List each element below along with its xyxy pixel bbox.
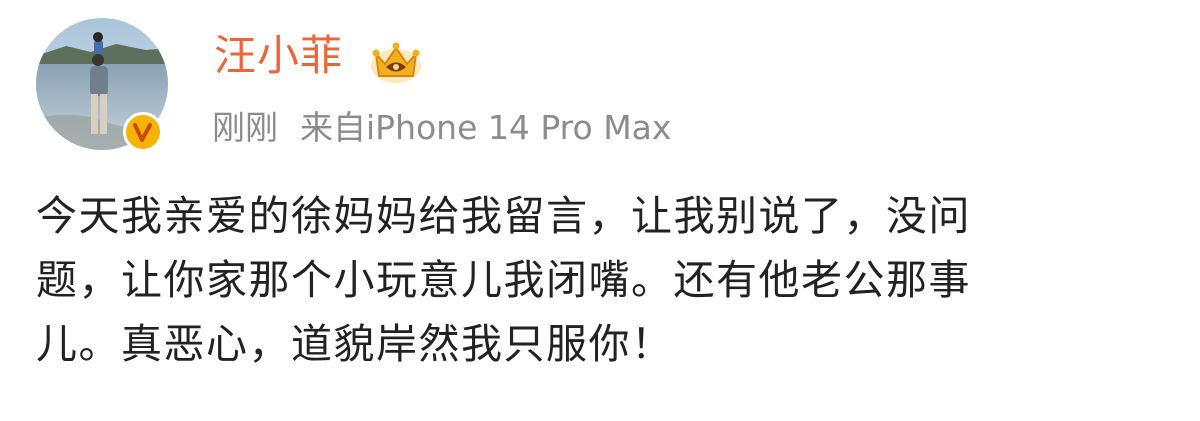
post-source: 来自iPhone 14 Pro Max: [300, 108, 672, 147]
post-timestamp[interactable]: 刚刚: [212, 108, 278, 147]
author-name[interactable]: 汪小菲: [214, 30, 343, 82]
weibo-post: 汪小菲 刚刚 来自iPhone 14 Pro Max 今天我亲爱的徐妈妈给我留言，…: [0, 0, 1200, 421]
verified-v-icon: [123, 112, 163, 152]
post-body: 今天我亲爱的徐妈妈给我留言，让我别说了，没问 题，让你家那个小玩意儿我闭嘴。还有…: [36, 184, 1176, 376]
post-text-line: 今天我亲爱的徐妈妈给我留言，让我别说了，没问: [36, 192, 971, 240]
post-text-line: 题，让你家那个小玩意儿我闭嘴。还有他老公那事: [36, 256, 971, 304]
post-meta: 刚刚 来自iPhone 14 Pro Max: [212, 106, 671, 150]
vip-crown-icon[interactable]: [368, 36, 424, 86]
post-text-line: 儿。真恶心，道貌岸然我只服你！: [36, 320, 674, 368]
